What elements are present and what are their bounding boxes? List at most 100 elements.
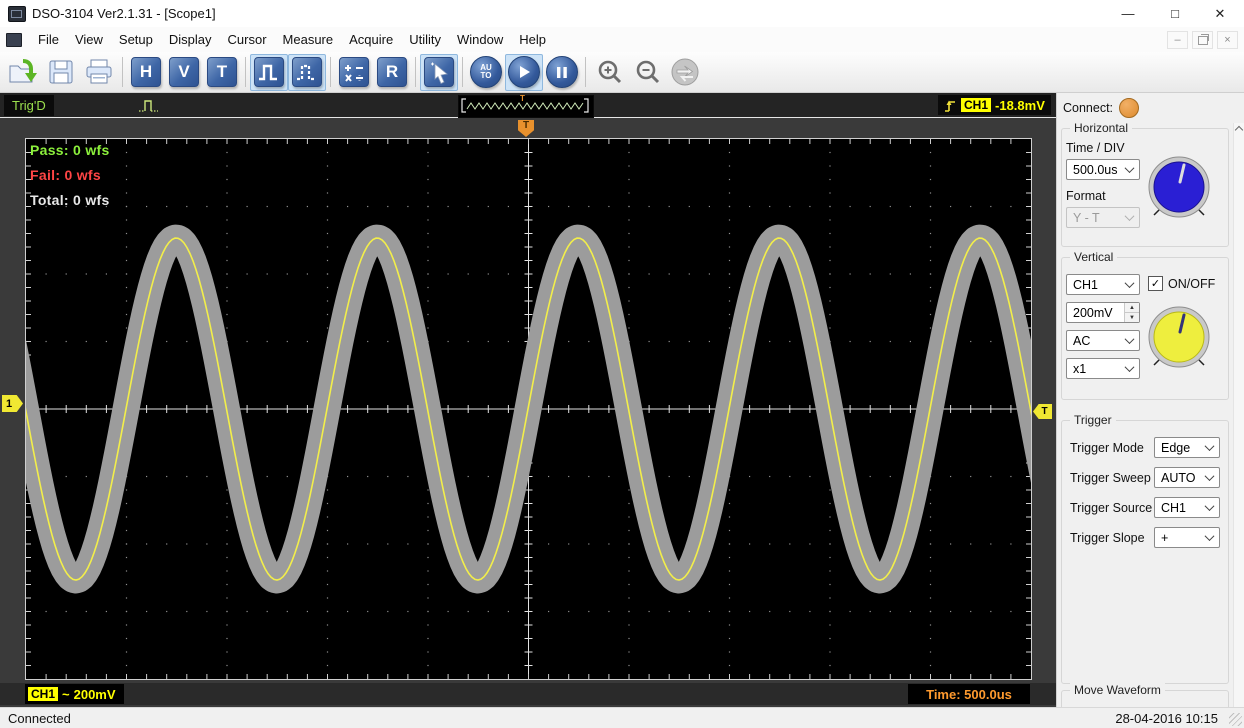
channel1-ground-marker[interactable]: 1 xyxy=(2,395,23,412)
run-button[interactable] xyxy=(505,54,543,91)
toolbar-separator xyxy=(585,57,586,87)
trigger-sweep-select[interactable]: AUTO xyxy=(1154,467,1220,488)
menu-view[interactable]: View xyxy=(67,29,111,50)
menu-measure[interactable]: Measure xyxy=(275,29,342,50)
trigger-mode-label: Trigger Mode xyxy=(1070,441,1144,455)
title-bar: DSO-3104 Ver2.1.31 - [Scope1] — □ ✕ xyxy=(0,0,1244,28)
dashed-pulse-icon xyxy=(292,57,322,87)
status-bar: Connected 28-04-2016 10:15 xyxy=(0,707,1244,728)
chevron-down-icon xyxy=(1205,501,1215,511)
t-icon: T xyxy=(207,57,237,87)
connection-status-text: Connected xyxy=(8,711,71,726)
volts-div-value: 200mV xyxy=(1073,306,1113,320)
minimize-button[interactable]: — xyxy=(1108,0,1148,27)
trigger-position-marker[interactable]: T xyxy=(518,120,534,137)
trigger-sweep-row: Trigger Sweep AUTO xyxy=(1070,467,1220,488)
transfer-button[interactable] xyxy=(666,54,704,91)
toolbar-separator xyxy=(330,57,331,87)
chevron-down-icon xyxy=(1125,334,1135,344)
menu-window[interactable]: Window xyxy=(449,29,511,50)
chevron-down-icon xyxy=(1125,211,1135,221)
channel-select[interactable]: CH1 xyxy=(1066,274,1140,295)
scope-graticule[interactable] xyxy=(25,138,1032,680)
zoom-in-button[interactable] xyxy=(590,54,628,91)
maximize-button[interactable]: □ xyxy=(1155,0,1195,27)
trigger-setup-button[interactable]: T xyxy=(203,54,241,91)
trigger-source-select[interactable]: CH1 xyxy=(1154,497,1220,518)
chevron-down-icon xyxy=(1125,362,1135,372)
minimize-icon: — xyxy=(1122,6,1135,21)
stepper-buttons[interactable]: ▲ ▼ xyxy=(1124,303,1139,322)
coupling-select[interactable]: AC xyxy=(1066,330,1140,351)
transfer-arrows-icon xyxy=(670,57,700,87)
horizontal-setup-button[interactable]: H xyxy=(127,54,165,91)
menu-setup[interactable]: Setup xyxy=(111,29,161,50)
preview-wave-icon xyxy=(459,96,591,115)
close-button[interactable]: ✕ xyxy=(1200,0,1240,27)
reference-button[interactable]: R xyxy=(373,54,411,91)
vertical-setup-button[interactable]: V xyxy=(165,54,203,91)
onoff-checkbox[interactable]: ✓ xyxy=(1148,276,1163,291)
check-icon: ✓ xyxy=(1151,277,1160,290)
vertical-knob[interactable] xyxy=(1143,302,1215,374)
trigger-mode-row: Trigger Mode Edge xyxy=(1070,437,1220,458)
trigger-group: Trigger Trigger Mode Edge Trigger Sweep … xyxy=(1061,420,1229,684)
control-panel: Connect: Horizontal Time / DIV 500.0us F… xyxy=(1056,93,1244,707)
toolbar-separator xyxy=(245,57,246,87)
menu-acquire[interactable]: Acquire xyxy=(341,29,401,50)
trigger-slope-label: Trigger Slope xyxy=(1070,531,1145,545)
mask-setup-button[interactable] xyxy=(288,54,326,91)
save-floppy-icon xyxy=(47,58,75,86)
play-icon xyxy=(508,56,540,88)
print-button[interactable] xyxy=(80,54,118,91)
waveform-preview[interactable]: T xyxy=(458,95,594,118)
time-div-value: 500.0us xyxy=(1073,163,1117,177)
datetime-text: 28-04-2016 10:15 xyxy=(1115,711,1218,726)
probe-select[interactable]: x1 xyxy=(1066,358,1140,379)
mdi-minimize-button[interactable]: – xyxy=(1167,31,1188,49)
trigger-slope-select[interactable]: + xyxy=(1154,527,1220,548)
volts-div-stepper[interactable]: 200mV ▲ ▼ xyxy=(1066,302,1140,323)
connect-indicator-icon xyxy=(1119,98,1139,118)
menu-cursor[interactable]: Cursor xyxy=(220,29,275,50)
connect-label: Connect: xyxy=(1063,101,1113,115)
time-div-select[interactable]: 500.0us xyxy=(1066,159,1140,180)
zoom-out-button[interactable] xyxy=(628,54,666,91)
horizontal-knob[interactable] xyxy=(1143,152,1215,224)
document-icon xyxy=(6,33,22,47)
vertical-group-title: Vertical xyxy=(1070,250,1117,264)
scroll-up-icon[interactable] xyxy=(1235,126,1243,134)
spin-down-icon[interactable]: ▼ xyxy=(1124,312,1139,322)
spin-up-icon[interactable]: ▲ xyxy=(1124,303,1139,312)
v-icon: V xyxy=(169,57,199,87)
trigger-status-badge: Trig'D xyxy=(4,95,54,116)
pass-fail-button[interactable] xyxy=(250,54,288,91)
trigger-mode-select[interactable]: Edge xyxy=(1154,437,1220,458)
channel-info-strip: CH1 ~ 200mV Time: 500.0us xyxy=(0,683,1056,705)
panel-scrollbar[interactable] xyxy=(1233,123,1244,707)
save-button[interactable] xyxy=(42,54,80,91)
h-icon: H xyxy=(131,57,161,87)
menu-utility[interactable]: Utility xyxy=(401,29,449,50)
toolbar-separator xyxy=(415,57,416,87)
trigger-level-marker[interactable]: T xyxy=(1033,404,1052,419)
math-button[interactable] xyxy=(335,54,373,91)
mdi-close-button[interactable]: × xyxy=(1217,31,1238,49)
cursor-select-button[interactable] xyxy=(420,54,458,91)
resize-grip[interactable] xyxy=(1229,713,1242,726)
mdi-restore-icon xyxy=(1198,36,1208,45)
menu-file[interactable]: File xyxy=(30,29,67,50)
menu-display[interactable]: Display xyxy=(161,29,220,50)
printer-icon xyxy=(84,58,114,86)
r-icon: R xyxy=(377,57,407,87)
mdi-restore-button[interactable] xyxy=(1192,31,1213,49)
format-label: Format xyxy=(1066,189,1106,203)
open-button[interactable] xyxy=(4,54,42,91)
rising-edge-icon xyxy=(944,97,957,114)
pause-button[interactable] xyxy=(543,54,581,91)
time-div-label: Time / DIV xyxy=(1066,141,1125,155)
move-waveform-group: Move Waveform xyxy=(1061,690,1229,707)
trigger-channel-badge: CH1 xyxy=(961,98,991,112)
autoset-button[interactable]: AUTO xyxy=(467,54,505,91)
menu-help[interactable]: Help xyxy=(511,29,554,50)
